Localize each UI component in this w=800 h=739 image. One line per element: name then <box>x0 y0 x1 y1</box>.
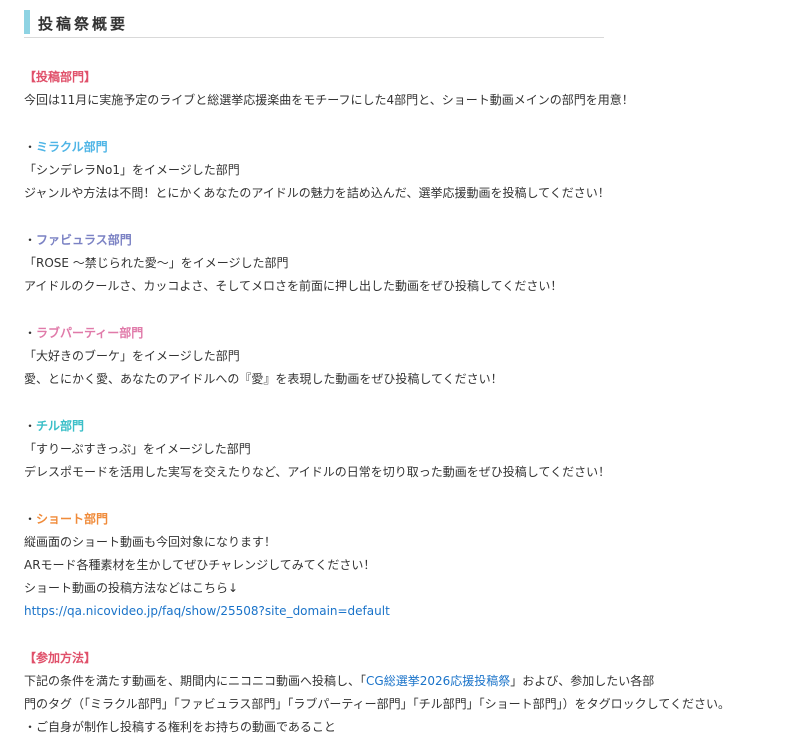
department-name: ショート部門 <box>36 512 109 526</box>
article-body: 【投稿部門】 今回は11月に実施予定のライブと総選挙応援楽曲をモチーフにした4部… <box>24 66 730 739</box>
department-description: デレスポモードを活用した実写を交えたりなど、アイドルの日常を切り取った動画をぜひ… <box>24 465 611 479</box>
heading-accent-bar <box>24 10 30 34</box>
department-heading-miracle: ・ミラクル部門 <box>24 136 604 159</box>
department-heading-chill: ・チル部門 <box>24 415 604 438</box>
participation-label: 【参加方法】 <box>24 651 97 665</box>
faq-link[interactable]: https://qa.nicovideo.jp/faq/show/25508?s… <box>24 604 390 618</box>
participation-condition: ・ご自身が制作し投稿する権利をお持ちの動画であること <box>24 720 336 734</box>
bullet: ・ <box>24 233 37 247</box>
department-image-line: 「ROSE ～禁じられた愛～」をイメージした部門 <box>24 256 289 270</box>
department-description: 愛、とにかく愛、あなたのアイドルへの『愛』を表現した動画をぜひ投稿してください！ <box>24 372 503 386</box>
article: 投稿祭概要 【投稿部門】 今回は11月に実施予定のライブと総選挙応援楽曲をモチー… <box>0 0 800 738</box>
department-image-line: 「大好きのブーケ」をイメージした部門 <box>24 349 240 363</box>
department-heading-fabulous: ・ファビュラス部門 <box>24 229 604 252</box>
posting-section-label: 【投稿部門】 <box>24 70 97 84</box>
page-title: 投稿祭概要 <box>38 15 129 33</box>
short-line: ARモード各種素材を生かしてぜひチャレンジしてみてください！ <box>24 558 376 572</box>
tag-link[interactable]: CG総選挙2026応援投稿祭 <box>366 674 510 688</box>
bullet: ・ <box>24 419 37 433</box>
department-name: ミラクル部門 <box>36 140 108 154</box>
department-heading-short: ・ショート部門 <box>24 508 604 531</box>
department-image-line: 「すりーぷすきっぷ」をイメージした部門 <box>24 442 251 456</box>
department-image-line: 「シンデレラNo1」をイメージした部門 <box>24 163 240 177</box>
department-name: ファビュラス部門 <box>36 233 132 247</box>
department-name: ラブパーティー部門 <box>36 326 144 340</box>
bullet: ・ <box>24 140 37 154</box>
department-description: アイドルのクールさ、カッコよさ、そしてメロさを前面に押し出した動画をぜひ投稿して… <box>24 279 563 293</box>
bullet: ・ <box>24 326 37 340</box>
short-line: ショート動画の投稿方法などはこちら↓ <box>24 581 239 595</box>
participation-text: 」および、参加したい各部 <box>510 674 655 688</box>
section-heading: 投稿祭概要 <box>24 8 604 38</box>
bullet: ・ <box>24 512 37 526</box>
short-line: 縦画面のショート動画も今回対象になります！ <box>24 535 277 549</box>
department-heading-love-party: ・ラブパーティー部門 <box>24 322 604 345</box>
department-name: チル部門 <box>36 419 85 433</box>
participation-line: 下記の条件を満たす動画を、期間内にニコニコ動画へ投稿し、「CG総選挙2026応援… <box>24 670 654 693</box>
participation-text: 下記の条件を満たす動画を、期間内にニコニコ動画へ投稿し、「 <box>24 674 367 688</box>
department-description: ジャンルや方法は不問！とにかくあなたのアイドルの魅力を詰め込んだ、選挙応援動画を… <box>24 186 610 200</box>
participation-line: 門のタグ（「ミラクル部門」「ファビュラス部門」「ラブパーティー部門」「チル部門」… <box>24 697 730 711</box>
posting-section-intro: 今回は11月に実施予定のライブと総選挙応援楽曲をモチーフにした4部門と、ショート… <box>24 93 634 107</box>
